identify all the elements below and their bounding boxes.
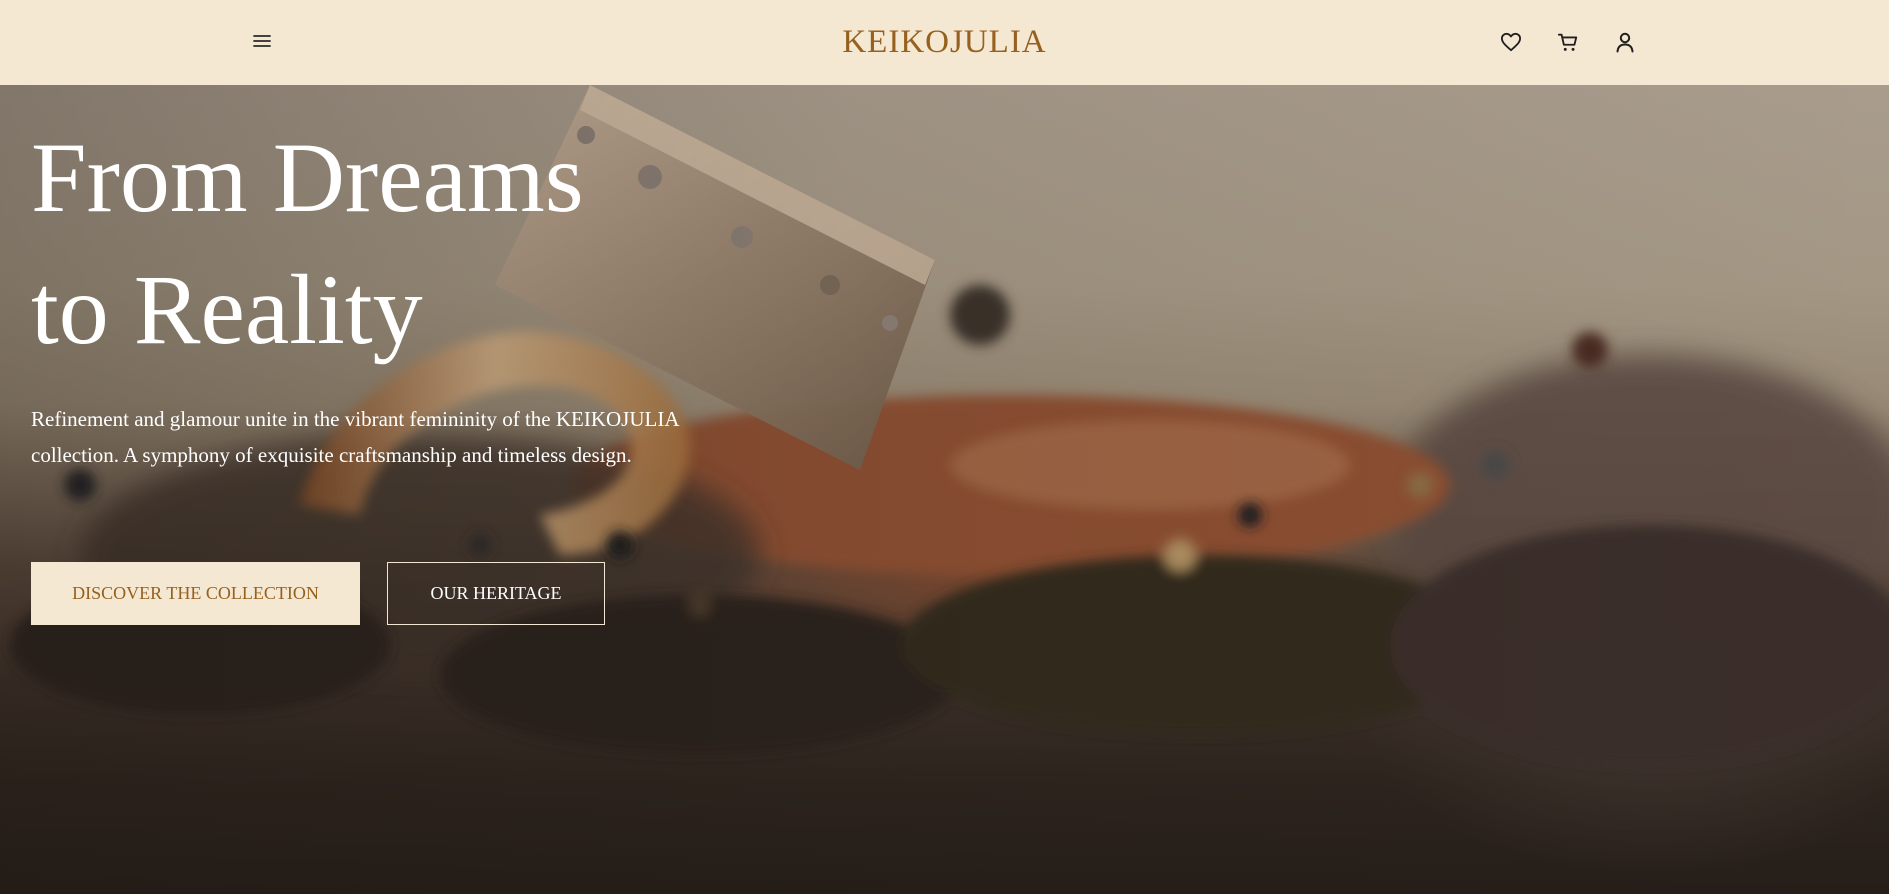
hamburger-menu-icon-graphic	[253, 35, 271, 47]
hero-headline-line2: to Reality	[31, 254, 423, 365]
shopping-cart-icon-graphic	[1557, 33, 1578, 51]
hero-description: Refinement and glamour unite in the vibr…	[31, 407, 679, 467]
hero-headline-line1: From Dreams	[31, 122, 584, 233]
hero-headline: From Dreams to Reality	[31, 112, 751, 376]
heart-icon[interactable]	[1497, 28, 1525, 56]
brand-logo[interactable]: KEIKOJULIA	[842, 24, 1046, 61]
discover-collection-button[interactable]: DISCOVER THE COLLECTION	[31, 562, 360, 625]
heart-icon-graphic	[1500, 32, 1521, 52]
user-icon[interactable]	[1611, 28, 1639, 56]
hamburger-menu-icon[interactable]	[249, 28, 275, 54]
shopping-cart-icon[interactable]	[1554, 28, 1582, 56]
our-heritage-button[interactable]: OUR HERITAGE	[387, 562, 605, 625]
user-icon-graphic	[1616, 32, 1634, 53]
top-navigation-bar: KEIKOJULIA	[0, 0, 1889, 85]
brand-logo-container: KEIKOJULIA	[0, 0, 1889, 85]
